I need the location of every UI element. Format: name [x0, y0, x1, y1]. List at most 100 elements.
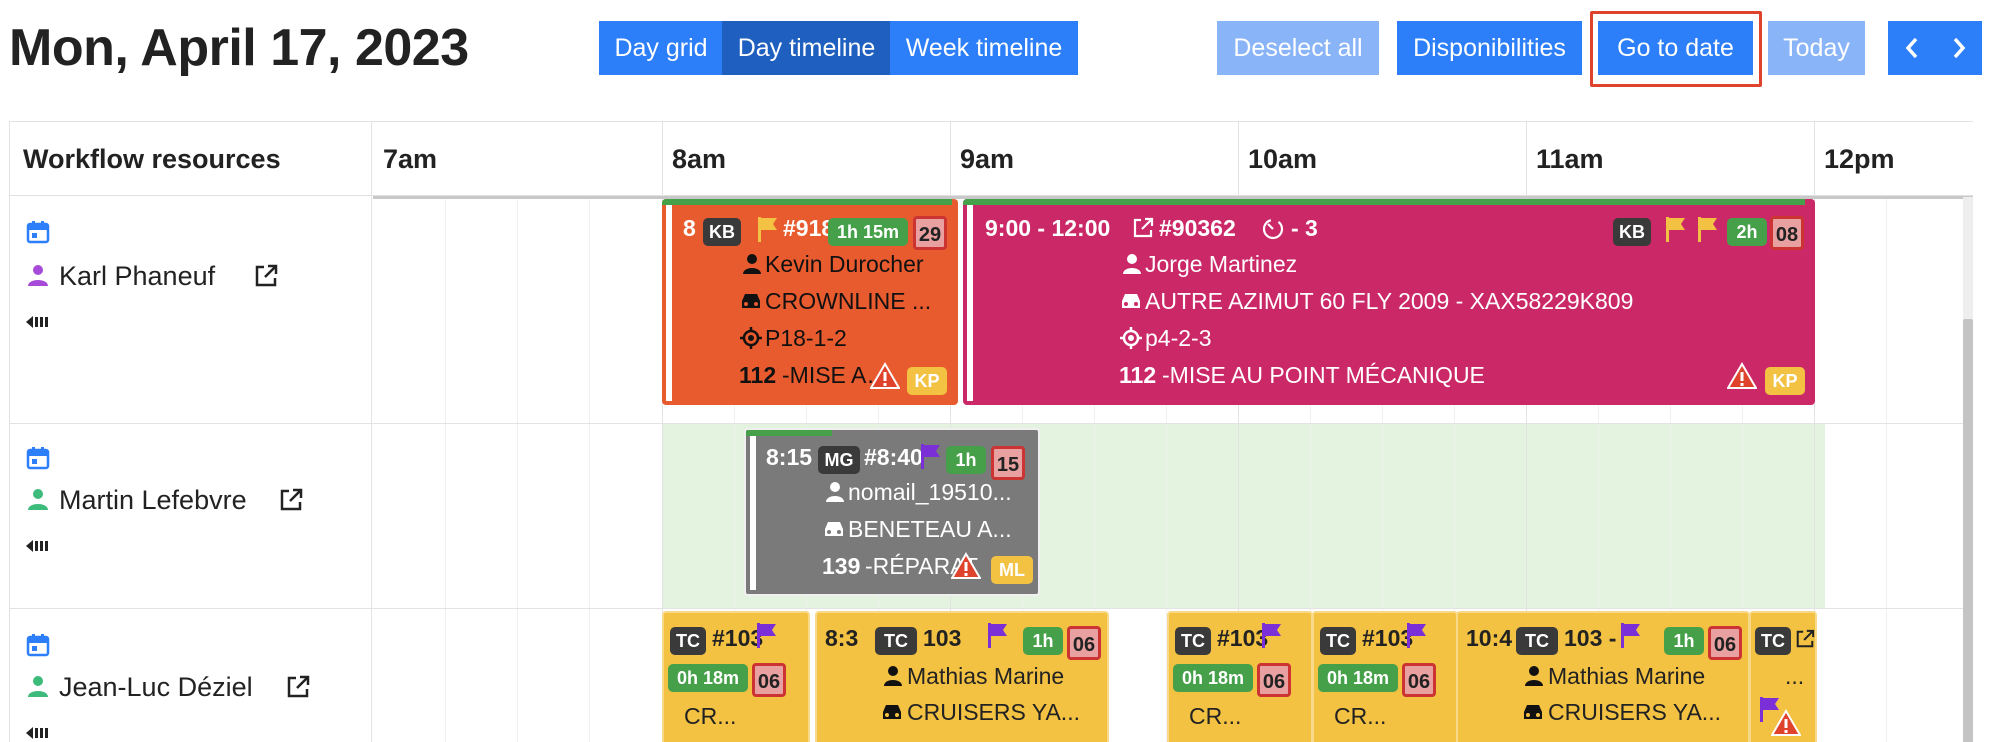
collapse-icon[interactable] — [26, 538, 50, 554]
calendar-icon[interactable] — [26, 446, 50, 470]
assignee-badge: KP — [907, 367, 947, 395]
event-person: Mathias Marine — [907, 663, 1065, 689]
event-person: Kevin Durocher — [765, 251, 924, 277]
due-date-badge: 15 — [991, 446, 1025, 480]
resources-header: Workflow resources — [23, 144, 281, 174]
hour-label: 9am — [960, 144, 1015, 174]
assignee-badge: KP — [1765, 367, 1805, 395]
flag-icon — [1621, 623, 1640, 648]
location-icon — [740, 327, 762, 349]
hour-label: 7am — [383, 144, 438, 174]
timer-icon — [1262, 218, 1284, 240]
initials-badge: TC — [1755, 627, 1791, 655]
event-person: ... — [1785, 663, 1805, 689]
warning-icon — [1727, 362, 1757, 389]
resource-name: Karl Phaneuf — [59, 261, 216, 291]
due-date-badge: 06 — [752, 663, 786, 697]
flag-icon — [1698, 217, 1717, 242]
deselect-all-button[interactable]: Deselect all — [1217, 21, 1379, 75]
prev-button[interactable] — [1888, 21, 1936, 75]
due-date-badge: 06 — [1708, 626, 1742, 660]
event-card[interactable]: 8 KB #918 1h 15m 29 Kevin Durocher CROWN… — [662, 199, 958, 405]
assignee-badge: ML — [991, 556, 1033, 584]
due-date-badge: 29 — [913, 216, 947, 250]
event-boat: CR... — [1334, 703, 1387, 729]
event-id: #918 — [783, 215, 835, 241]
duration-badge: 0h 18m — [668, 664, 748, 692]
view-day-timeline-button[interactable]: Day timeline — [722, 21, 891, 75]
vertical-scrollbar-thumb[interactable] — [1963, 319, 1973, 742]
event-card[interactable]: TC #103 0h 18m 06 CR... — [662, 611, 810, 742]
event-boat: BENETEAU A... — [848, 516, 1012, 542]
page-title: Mon, April 17, 2023 — [9, 19, 469, 77]
warning-icon — [951, 552, 981, 579]
event-card[interactable]: TC #103 0h 18m 06 CR... — [1167, 611, 1313, 742]
initials-badge: KB — [703, 218, 741, 246]
external-link-icon[interactable] — [253, 263, 279, 289]
event-time: 8:15 — [766, 444, 813, 470]
event-card[interactable]: TC ... — [1749, 611, 1817, 742]
initials-badge: TC — [1175, 627, 1211, 655]
collapse-icon[interactable] — [26, 725, 50, 741]
event-card[interactable]: 8:3 TC 103 1h 06 Mathias Marine CRUISERS… — [815, 611, 1109, 742]
car-icon — [1122, 294, 1140, 308]
chevron-right-icon — [1953, 37, 1965, 59]
calendar-timeline: Workflow resources 7am 8am 9am 10am 11am… — [9, 121, 1973, 742]
chevron-left-icon — [1905, 37, 1918, 59]
task-code: 139 — [822, 553, 861, 579]
duration-badge: 1h — [1023, 627, 1063, 655]
external-link-icon[interactable] — [285, 674, 311, 700]
initials-badge: KB — [1613, 218, 1651, 246]
disponibilities-button[interactable]: Disponibilities — [1397, 21, 1582, 75]
event-card[interactable]: TC #103 0h 18m 06 CR... — [1312, 611, 1458, 742]
flag-icon — [758, 217, 777, 242]
event-boat: CRUISERS YA... — [907, 699, 1080, 725]
today-button[interactable]: Today — [1768, 21, 1865, 75]
flag-icon — [921, 444, 940, 469]
hour-label: 10am — [1248, 144, 1318, 174]
event-card[interactable]: 8:15 MG #8:40 1h 15 nomail_19510... BENE… — [744, 428, 1040, 596]
event-card[interactable]: 10:4 TC 103 - 1h 06 Mathias Marine CRUIS… — [1456, 611, 1750, 742]
flag-icon — [988, 623, 1007, 648]
event-time: 9:00 - 12:00 — [985, 215, 1111, 241]
event-location: p4-2-3 — [1145, 325, 1212, 351]
event-id: #8:40 — [864, 444, 923, 470]
calendar-icon[interactable] — [26, 633, 50, 657]
calendar-icon[interactable] — [26, 220, 50, 244]
initials-badge: TC — [875, 627, 917, 655]
view-week-timeline-button[interactable]: Week timeline — [890, 21, 1078, 75]
resource-name: Martin Lefebvre — [59, 485, 247, 515]
event-id: #90362 — [1159, 215, 1236, 241]
hour-label: 11am — [1536, 144, 1604, 174]
resource-name: Jean-Luc Déziel — [59, 672, 253, 702]
duration-badge: 1h — [1664, 627, 1704, 655]
person-icon — [1123, 254, 1141, 274]
person-icon — [28, 676, 48, 697]
task-code: 112 — [1119, 362, 1157, 388]
event-time: 10:4 — [1466, 625, 1513, 651]
event-location: P18-1-2 — [765, 325, 847, 351]
duration-badge: 0h 18m — [1173, 664, 1253, 692]
event-card[interactable]: 9:00 - 12:00 #90362 - 3 KB 2h 08 Jorge M… — [963, 199, 1815, 405]
location-icon — [1120, 327, 1142, 349]
initials-badge: TC — [670, 627, 706, 655]
external-link-icon — [1796, 629, 1815, 648]
hour-label: 12pm — [1824, 144, 1895, 174]
initials-badge: MG — [818, 446, 860, 474]
car-icon — [1524, 705, 1542, 719]
collapse-icon[interactable] — [26, 314, 50, 330]
warning-icon — [870, 362, 900, 389]
initials-badge: TC — [1516, 627, 1558, 655]
initials-badge: TC — [1320, 627, 1356, 655]
next-button[interactable] — [1935, 21, 1982, 75]
hour-label: 8am — [672, 144, 727, 174]
person-icon — [1525, 666, 1543, 686]
event-time: 8 — [683, 215, 696, 241]
external-link-icon — [1133, 217, 1154, 238]
event-boat: CR... — [684, 703, 737, 729]
duration-badge: 0h 18m — [1318, 664, 1398, 692]
view-day-grid-button[interactable]: Day grid — [599, 21, 723, 75]
external-link-icon[interactable] — [278, 487, 304, 513]
person-icon — [743, 254, 761, 274]
timeline-header: Workflow resources 7am 8am 9am 10am 11am… — [9, 122, 1973, 196]
